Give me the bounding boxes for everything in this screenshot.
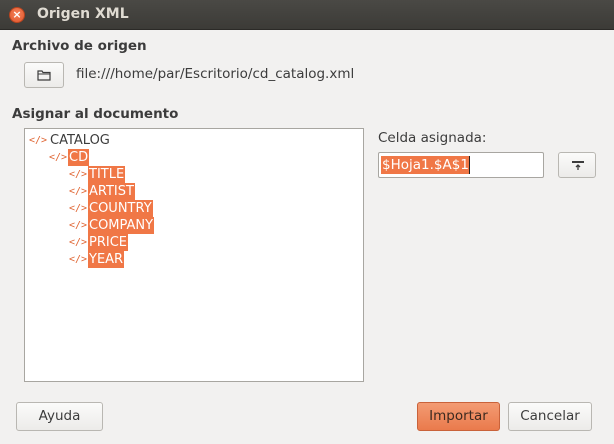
browse-file-button[interactable] [24, 62, 64, 88]
window-title: Origen XML [37, 6, 129, 22]
xml-tag-icon: </> [69, 237, 88, 248]
assigned-cell-value: $Hoja1.$A$1 [381, 156, 470, 174]
assigned-cell-label: Celda asignada: [378, 130, 487, 146]
tree-node-country[interactable]: </> COUNTRY [69, 200, 329, 217]
close-icon[interactable]: × [9, 7, 25, 23]
tree-node-label: ARTIST [88, 183, 135, 200]
xml-tag-icon: </> [29, 135, 48, 146]
help-button[interactable]: Ayuda [16, 402, 103, 431]
xml-tag-icon: </> [69, 203, 88, 214]
tree-node-label: PRICE [88, 234, 128, 251]
xml-tag-icon: </> [49, 152, 68, 163]
text-caret [469, 156, 470, 174]
tree-node-catalog[interactable]: </> CATALOG [29, 132, 329, 149]
mapping-section-label: Asignar al documento [12, 106, 179, 122]
cancel-button[interactable]: Cancelar [508, 402, 592, 431]
folder-icon [37, 70, 51, 81]
shrink-dialog-icon [572, 161, 584, 170]
xml-tag-icon: </> [69, 169, 88, 180]
tree-node-company[interactable]: </> COMPANY [69, 217, 329, 234]
tree-node-title[interactable]: </> TITLE [69, 166, 329, 183]
tree-node-label: TITLE [88, 166, 126, 183]
tree-node-label: CD [68, 149, 90, 166]
import-button[interactable]: Importar [417, 402, 500, 431]
tree-node-label: COMPANY [88, 217, 155, 234]
tree-node-label: COUNTRY [88, 200, 153, 217]
xml-structure-tree[interactable]: </> CATALOG </> CD </> TITLE </> ARTIST … [24, 128, 364, 382]
tree-node-artist[interactable]: </> ARTIST [69, 183, 329, 200]
assigned-cell-input[interactable]: $Hoja1.$A$1 [378, 152, 544, 178]
source-section-label: Archivo de origen [12, 38, 147, 54]
xml-tag-icon: </> [69, 254, 88, 265]
tree-node-label: YEAR [88, 251, 125, 268]
tree-node-label: CATALOG [50, 133, 110, 148]
xml-tag-icon: </> [69, 186, 88, 197]
xml-tag-icon: </> [69, 220, 88, 231]
tree-node-price[interactable]: </> PRICE [69, 234, 329, 251]
tree-node-year[interactable]: </> YEAR [69, 251, 329, 268]
title-bar: × Origen XML [0, 0, 614, 30]
shrink-dialog-button[interactable] [558, 152, 596, 178]
tree-node-cd[interactable]: </> CD [49, 149, 329, 166]
source-file-path: file:///home/par/Escritorio/cd_catalog.x… [76, 66, 355, 82]
